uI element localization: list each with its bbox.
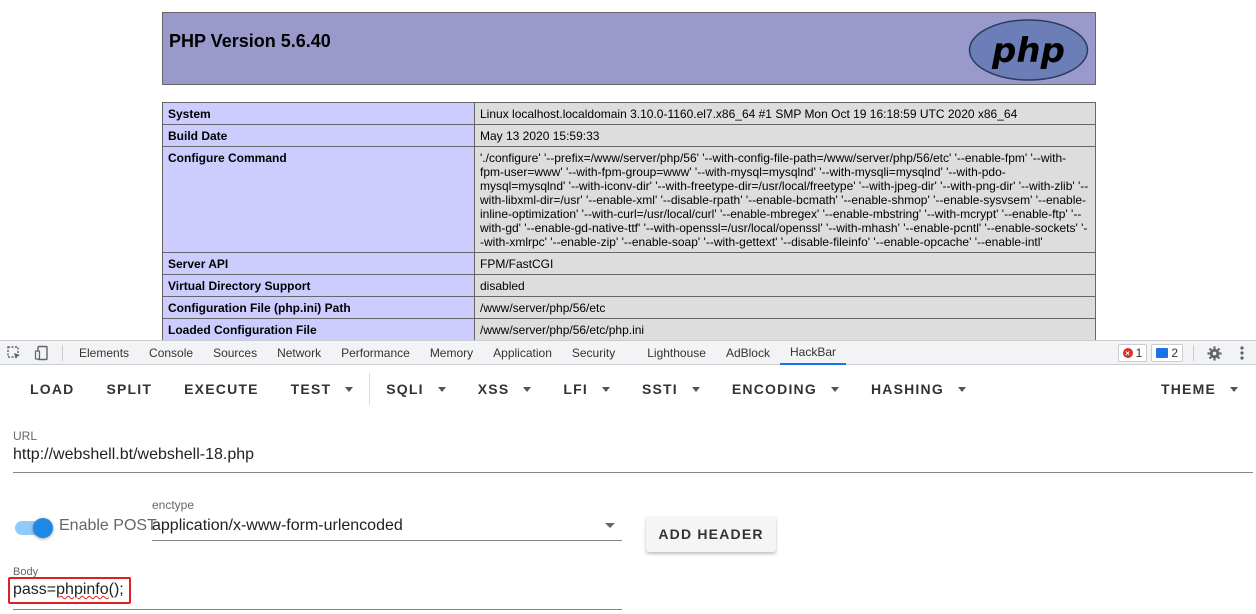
enable-post-label: Enable POST [59,517,157,534]
device-toggle-icon[interactable] [28,341,56,365]
url-label: URL [13,429,38,443]
info-value: /www/server/php/56/etc/php.ini [474,318,1096,340]
info-value: /www/server/php/56/etc [474,296,1096,319]
info-value: './configure' '--prefix=/www/server/php/… [474,146,1096,253]
gear-icon[interactable] [1200,341,1228,365]
xss-menu-button[interactable]: XSS [462,371,548,407]
devtools-right-controls: × 1 2 [1117,341,1256,365]
tab-hackbar[interactable]: HackBar [779,341,846,365]
hackbar-form: URL http://webshell.bt/webshell-18.php E… [0,412,1256,614]
dropdown-arrow-icon [605,523,615,528]
php-info-table: System Linux localhost.localdomain 3.10.0… [162,102,1096,340]
chevron-down-icon [437,386,446,392]
info-row: Configure Command './configure' '--prefix… [162,146,1096,253]
add-header-button[interactable]: ADD HEADER [646,516,776,552]
enctype-value: application/x-www-form-urlencoded [152,517,403,534]
tab-lighthouse[interactable]: Lighthouse [625,341,716,365]
message-count: 2 [1171,346,1178,360]
error-icon: × [1122,348,1133,358]
info-key: Loaded Configuration File [162,318,475,340]
phpinfo-page: PHP Version 5.6.40 php System Linux local… [0,0,1256,340]
encoding-menu-button[interactable]: ENCODING [716,371,855,407]
message-icon [1156,348,1169,358]
execute-button[interactable]: EXECUTE [168,371,275,407]
chevron-down-icon [601,386,610,392]
inspect-icon[interactable] [0,341,28,365]
info-key: System [162,102,475,125]
php-logo-text: php [991,31,1065,71]
info-row: Server API FPM/FastCGI [162,252,1096,275]
message-count-badge[interactable]: 2 [1151,344,1183,362]
enable-post-toggle[interactable] [15,516,53,538]
info-row: Virtual Directory Support disabled [162,274,1096,297]
hashing-menu-button[interactable]: HASHING [855,371,982,407]
tab-security[interactable]: Security [562,341,625,365]
chevron-down-icon [1230,386,1238,392]
info-row: Build Date May 13 2020 15:59:33 [162,124,1096,147]
tab-adblock[interactable]: AdBlock [716,341,780,365]
tab-memory[interactable]: Memory [420,341,483,365]
sqli-menu-button[interactable]: SQLI [370,371,461,407]
chevron-down-icon [345,386,354,392]
tabbar-divider [62,344,63,361]
error-count: 1 [1135,346,1143,360]
chevron-down-icon [523,386,532,392]
info-key: Server API [162,252,475,275]
body-highlight-box [8,577,131,604]
php-version-title: PHP Version 5.6.40 [169,31,331,51]
chevron-down-icon [830,386,839,392]
hackbar-toolbar: LOAD SPLIT EXECUTE TEST SQLI XSS LFI SST… [0,366,1256,412]
url-input[interactable]: http://webshell.bt/webshell-18.php [13,443,1253,473]
test-menu-button[interactable]: TEST [275,371,370,407]
info-value: May 13 2020 15:59:33 [474,124,1096,147]
tab-application[interactable]: Application [483,341,562,365]
error-count-badge[interactable]: × 1 [1117,344,1148,362]
info-key: Virtual Directory Support [162,274,475,297]
toggle-knob [33,518,53,538]
enctype-select[interactable]: application/x-www-form-urlencoded [152,513,622,541]
tab-performance[interactable]: Performance [331,341,420,365]
devtools-tabbar: Elements Console Sources Network Performance… [0,340,1256,365]
info-row: Configuration File (php.ini) Path/www/se… [162,296,1096,319]
lfi-menu-button[interactable]: LFI [547,371,626,407]
chevron-down-icon [691,386,700,392]
tab-sources[interactable]: Sources [203,341,267,365]
load-button[interactable]: LOAD [0,371,90,407]
split-button[interactable]: SPLIT [90,371,168,407]
info-value: Linux localhost.localdomain 3.10.0-1160.… [474,102,1096,125]
php-logo: php [968,19,1089,81]
info-row: System Linux localhost.localdomain 3.10.0… [162,102,1096,125]
info-key: Configure Command [162,146,475,253]
info-value: disabled [474,274,1096,297]
devtools-tab-list: Elements Console Sources Network Performance… [69,341,846,365]
more-vert-icon[interactable] [1228,341,1256,365]
info-key: Configuration File (php.ini) Path [162,296,475,319]
tab-console[interactable]: Console [139,341,203,365]
php-header: PHP Version 5.6.40 php [162,12,1096,85]
right-divider [1193,345,1194,361]
chevron-down-icon [957,386,966,392]
info-key: Build Date [162,124,475,147]
info-row: Loaded Configuration File/www/server/php… [162,318,1096,340]
info-value: FPM/FastCGI [474,252,1096,275]
tab-elements[interactable]: Elements [69,341,139,365]
theme-menu-button[interactable]: THEME [1145,371,1256,407]
enctype-label: enctype [152,498,195,512]
tab-network[interactable]: Network [267,341,331,365]
ssti-menu-button[interactable]: SSTI [626,371,716,407]
